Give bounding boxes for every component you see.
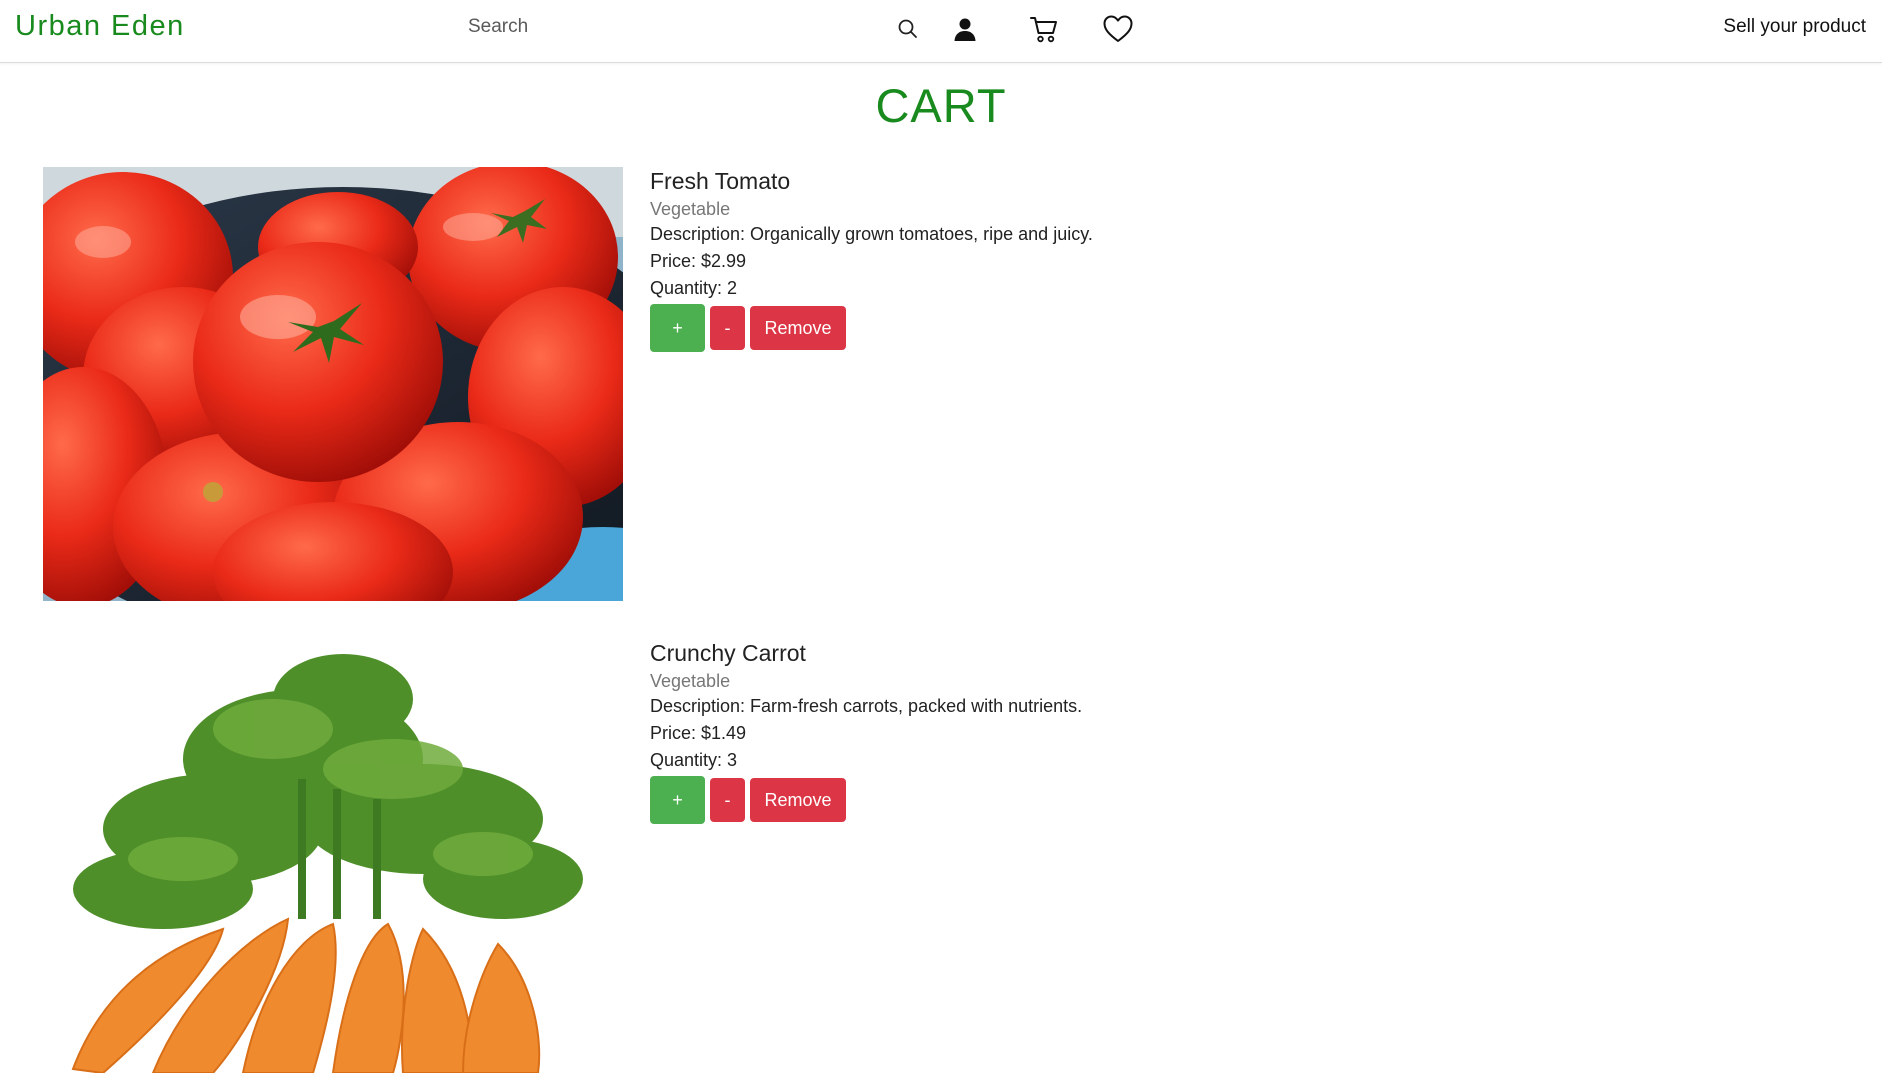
decrease-quantity-button[interactable]: -: [710, 778, 745, 822]
brand-logo-link[interactable]: Urban Eden: [15, 10, 185, 43]
item-actions: + - Remove: [650, 304, 1093, 352]
top-navbar: Urban Eden Sell your product: [0, 0, 1882, 63]
carrot-photo: [43, 639, 623, 1073]
cart-icon[interactable]: [1027, 12, 1061, 46]
item-quantity: Quantity: 2: [650, 278, 738, 298]
item-category: Vegetable: [650, 671, 731, 691]
heart-icon[interactable]: [1101, 12, 1135, 46]
search-input[interactable]: [462, 10, 914, 44]
item-name: Crunchy Carrot: [650, 640, 806, 666]
item-details: Crunchy Carrot Vegetable Description: Fa…: [650, 639, 1082, 824]
item-description: Description: Organically grown tomatoes,…: [650, 224, 1093, 244]
item-price: Price: $1.49: [650, 723, 747, 743]
sell-product-link[interactable]: Sell your product: [1723, 16, 1866, 38]
search-icon[interactable]: [891, 12, 925, 46]
increase-quantity-button[interactable]: +: [650, 776, 705, 824]
remove-item-button[interactable]: Remove: [750, 306, 846, 350]
decrease-quantity-button[interactable]: -: [710, 306, 745, 350]
item-name: Fresh Tomato: [650, 168, 791, 194]
tomato-photo: [43, 167, 623, 601]
page-title: CART: [875, 79, 1007, 132]
increase-quantity-button[interactable]: +: [650, 304, 705, 352]
item-quantity: Quantity: 3: [650, 750, 738, 770]
item-actions: + - Remove: [650, 776, 1082, 824]
item-description: Description: Farm-fresh carrots, packed …: [650, 696, 1083, 716]
item-price: Price: $2.99: [650, 251, 747, 271]
user-icon[interactable]: [948, 12, 982, 46]
item-details: Fresh Tomato Vegetable Description: Orga…: [650, 167, 1093, 352]
item-category: Vegetable: [650, 199, 731, 219]
remove-item-button[interactable]: Remove: [750, 778, 846, 822]
